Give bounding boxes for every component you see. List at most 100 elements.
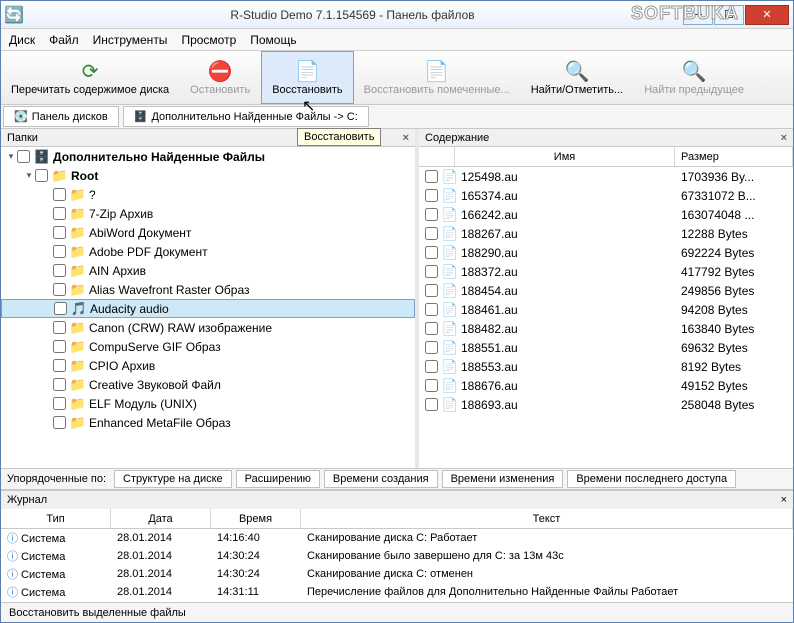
folder-icon: 📁: [70, 377, 86, 393]
tree-checkbox[interactable]: [53, 207, 66, 220]
tree-item[interactable]: 📁Adobe PDF Документ: [1, 242, 415, 261]
tree-item[interactable]: 📁CompuServe GIF Образ: [1, 337, 415, 356]
tree-checkbox[interactable]: [53, 283, 66, 296]
tree-checkbox[interactable]: [53, 378, 66, 391]
tree-checkbox[interactable]: [53, 226, 66, 239]
expander-icon[interactable]: ▾: [5, 151, 17, 162]
file-row[interactable]: 📄188461.au94208 Bytes: [419, 300, 793, 319]
tree-item[interactable]: 📁ELF Модуль (UNIX): [1, 394, 415, 413]
file-row[interactable]: 📄125498.au1703936 By...: [419, 167, 793, 186]
recover-button[interactable]: 📄 Восстановить: [261, 51, 353, 104]
file-checkbox[interactable]: [425, 379, 438, 392]
file-row[interactable]: 📄188551.au69632 Bytes: [419, 338, 793, 357]
tree-checkbox[interactable]: [53, 321, 66, 334]
find-prev-button[interactable]: 🔍 Найти предыдущее: [634, 51, 755, 104]
tree-checkbox[interactable]: [35, 169, 48, 182]
file-row[interactable]: 📄188553.au8192 Bytes: [419, 357, 793, 376]
tree-checkbox[interactable]: [53, 359, 66, 372]
contents-close-icon[interactable]: ×: [781, 132, 787, 144]
log-col-type[interactable]: Тип: [1, 509, 111, 528]
log-row[interactable]: ⓘ Система28.01.201414:30:24Сканирование …: [1, 547, 793, 565]
tree-checkbox[interactable]: [53, 340, 66, 353]
log-rows[interactable]: ⓘ Система28.01.201414:16:40Сканирование …: [1, 529, 793, 602]
tree-root-2[interactable]: ▾📁Root: [1, 166, 415, 185]
file-checkbox[interactable]: [425, 227, 438, 240]
log-row[interactable]: ⓘ Система28.01.201414:16:40Сканирование …: [1, 529, 793, 547]
file-checkbox[interactable]: [425, 398, 438, 411]
tab-disks[interactable]: 💽 Панель дисков: [3, 106, 119, 127]
col-name[interactable]: Имя: [455, 147, 675, 166]
file-row[interactable]: 📄165374.au67331072 B...: [419, 186, 793, 205]
file-checkbox[interactable]: [425, 246, 438, 259]
log-col-date[interactable]: Дата: [111, 509, 211, 528]
log-close-icon[interactable]: ×: [781, 494, 787, 506]
log-row[interactable]: ⓘ Система28.01.201414:31:11Перечисление …: [1, 583, 793, 601]
tree-item[interactable]: 📁?: [1, 185, 415, 204]
tree-checkbox[interactable]: [53, 245, 66, 258]
tree-checkbox[interactable]: [17, 150, 30, 163]
sort-modified[interactable]: Времени изменения: [442, 470, 564, 488]
sort-accessed[interactable]: Времени последнего доступа: [567, 470, 736, 488]
log-row[interactable]: ⓘ Система28.01.201414:30:24Сканирование …: [1, 565, 793, 583]
file-checkbox[interactable]: [425, 189, 438, 202]
tree-checkbox[interactable]: [53, 416, 66, 429]
tree-root-1[interactable]: ▾🗄️Дополнительно Найденные Файлы: [1, 147, 415, 166]
tree-item[interactable]: 📁AIN Архив: [1, 261, 415, 280]
tree-checkbox[interactable]: [53, 188, 66, 201]
file-checkbox[interactable]: [425, 284, 438, 297]
file-icon: 📄: [442, 188, 458, 204]
recover-marked-icon: 📄: [424, 60, 449, 84]
tree-checkbox[interactable]: [53, 397, 66, 410]
tree-item[interactable]: 📁Creative Звуковой Файл: [1, 375, 415, 394]
file-checkbox[interactable]: [425, 265, 438, 278]
sort-created[interactable]: Времени создания: [324, 470, 438, 488]
file-checkbox[interactable]: [425, 360, 438, 373]
file-list[interactable]: 📄125498.au1703936 By...📄165374.au6733107…: [419, 167, 793, 468]
tree-item[interactable]: 📁7-Zip Архив: [1, 204, 415, 223]
sort-structure[interactable]: Структуре на диске: [114, 470, 232, 488]
tree-checkbox[interactable]: [54, 302, 67, 315]
file-row[interactable]: 📄188482.au163840 Bytes: [419, 319, 793, 338]
file-checkbox[interactable]: [425, 208, 438, 221]
tree-item[interactable]: 📁Enhanced MetaFile Образ: [1, 413, 415, 432]
tree-item[interactable]: 📁Canon (CRW) RAW изображение: [1, 318, 415, 337]
menu-tools[interactable]: Инструменты: [93, 33, 168, 47]
menu-disk[interactable]: Диск: [9, 33, 35, 47]
log-col-time[interactable]: Время: [211, 509, 301, 528]
tab-extra-files[interactable]: 🗄️ Дополнительно Найденные Файлы -> С:: [123, 106, 369, 127]
tree-item-label: 7-Zip Архив: [89, 207, 153, 221]
menu-view[interactable]: Просмотр: [181, 33, 236, 47]
tree-item[interactable]: 📁CPIO Архив: [1, 356, 415, 375]
file-row[interactable]: 📄188454.au249856 Bytes: [419, 281, 793, 300]
file-checkbox[interactable]: [425, 303, 438, 316]
folder-tree[interactable]: ▾🗄️Дополнительно Найденные Файлы▾📁Root📁?…: [1, 147, 415, 468]
tree-item[interactable]: 🎵Audacity audio: [1, 299, 415, 318]
file-row[interactable]: 📄188290.au692224 Bytes: [419, 243, 793, 262]
file-row[interactable]: 📄166242.au163074048 ...: [419, 205, 793, 224]
file-checkbox[interactable]: [425, 341, 438, 354]
refresh-button[interactable]: ⟳ Перечитать содержимое диска: [1, 51, 180, 104]
folder-icon: 📁: [52, 168, 68, 184]
recover-marked-button[interactable]: 📄 Восстановить помеченные...: [354, 51, 521, 104]
file-row[interactable]: 📄188676.au49152 Bytes: [419, 376, 793, 395]
expander-icon[interactable]: ▾: [23, 170, 35, 181]
app-icon: 🔄: [5, 6, 23, 24]
file-row[interactable]: 📄188372.au417792 Bytes: [419, 262, 793, 281]
file-checkbox[interactable]: [425, 322, 438, 335]
file-row[interactable]: 📄188267.au12288 Bytes: [419, 224, 793, 243]
menu-help[interactable]: Помощь: [250, 33, 296, 47]
log-col-text[interactable]: Текст: [301, 509, 793, 528]
log-time: 14:30:24: [211, 550, 301, 562]
find-button[interactable]: 🔍 Найти/Отметить...: [521, 51, 634, 104]
file-row[interactable]: 📄188693.au258048 Bytes: [419, 395, 793, 414]
tree-item[interactable]: 📁Alias Wavefront Raster Образ: [1, 280, 415, 299]
file-checkbox[interactable]: [425, 170, 438, 183]
menu-file[interactable]: Файл: [49, 33, 79, 47]
close-button[interactable]: ✕: [745, 5, 789, 25]
folders-close-icon[interactable]: ×: [403, 132, 409, 144]
tree-checkbox[interactable]: [53, 264, 66, 277]
stop-button[interactable]: ⛔ Остановить: [180, 51, 261, 104]
sort-extension[interactable]: Расширению: [236, 470, 320, 488]
col-size[interactable]: Размер: [675, 147, 793, 166]
tree-item[interactable]: 📁AbiWord Документ: [1, 223, 415, 242]
